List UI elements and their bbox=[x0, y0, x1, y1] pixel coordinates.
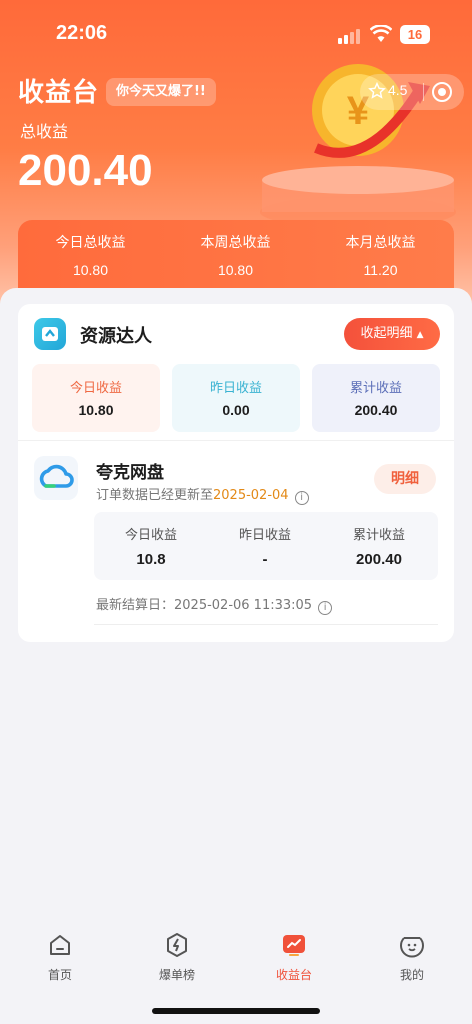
info-icon[interactable]: i bbox=[294, 491, 309, 505]
card-title: 资源达人 bbox=[80, 326, 152, 347]
stat-value: 0.00 bbox=[222, 402, 250, 418]
earnings-icon bbox=[283, 935, 305, 956]
tab-profile[interactable]: 我的 bbox=[372, 932, 452, 983]
summary-value: 10.80 bbox=[217, 262, 254, 278]
summary-value: 10.80 bbox=[72, 262, 109, 278]
record-icon[interactable] bbox=[432, 82, 452, 102]
app-stats-box: 今日收益 10.8 昨日收益 - 累计收益 200.40 bbox=[94, 512, 438, 580]
info-icon[interactable]: i bbox=[318, 601, 333, 615]
app-stat-cumulative: 累计收益 200.40 bbox=[322, 524, 436, 568]
stat-label: 今日收益 bbox=[69, 381, 122, 396]
collapse-label: 收起明细 bbox=[360, 326, 413, 341]
tab-label: 收益台 bbox=[275, 968, 312, 982]
tab-label: 爆单榜 bbox=[158, 968, 195, 982]
app-stat-yesterday: 昨日收益 - bbox=[208, 524, 322, 568]
summary-month: 本月总收益 11.20 bbox=[308, 232, 453, 278]
resource-icon bbox=[34, 318, 66, 350]
tab-earnings[interactable]: 收益台 bbox=[254, 932, 334, 983]
summary-week: 本周总收益 10.80 bbox=[163, 232, 308, 278]
status-time: 22:06 bbox=[56, 22, 108, 44]
lightning-icon bbox=[167, 933, 187, 957]
stat-label: 今日收益 bbox=[124, 528, 177, 543]
stat-today: 今日收益 10.80 bbox=[32, 364, 160, 432]
details-button[interactable]: 明细 bbox=[374, 464, 436, 494]
collapse-details-button[interactable]: 收起明细 ▲ bbox=[344, 318, 440, 350]
total-earnings-label: 总收益 bbox=[20, 122, 69, 141]
wifi-icon bbox=[370, 25, 392, 42]
battery-indicator: 16 bbox=[400, 25, 430, 44]
rating-pill[interactable]: 4.5 bbox=[360, 74, 464, 110]
summary-label: 本月总收益 bbox=[345, 235, 416, 251]
caret-up-icon: ▲ bbox=[416, 330, 424, 340]
tab-label: 首页 bbox=[47, 968, 72, 982]
stat-value: 200.40 bbox=[356, 551, 402, 568]
total-earnings-value: 200.40 bbox=[18, 146, 153, 195]
page-title: 收益台 bbox=[18, 78, 100, 108]
home-indicator bbox=[152, 1008, 320, 1014]
stat-label: 昨日收益 bbox=[238, 528, 291, 543]
stat-value: 200.40 bbox=[354, 402, 398, 418]
quark-drive-icon bbox=[34, 456, 78, 500]
stat-value: 10.8 bbox=[136, 551, 166, 568]
stat-value: 10.80 bbox=[78, 402, 114, 418]
settlement-date: 最新结算日：2025-02-06 11:33:05 i bbox=[96, 594, 333, 615]
summary-today: 今日总收益 10.80 bbox=[18, 232, 163, 278]
stat-label: 累计收益 bbox=[352, 528, 405, 543]
star-icon bbox=[368, 82, 386, 99]
resource-card: 资源达人 收起明细 ▲ 今日收益 10.80 昨日收益 0.00 累计收益 20… bbox=[18, 304, 454, 642]
home-icon bbox=[50, 935, 70, 955]
settlement-text: 最新结算日：2025-02-06 11:33:05 bbox=[96, 598, 313, 613]
app-name: 夸克网盘 bbox=[96, 463, 164, 483]
tab-home[interactable]: 首页 bbox=[20, 932, 100, 983]
summary-label: 本周总收益 bbox=[200, 235, 271, 251]
divider bbox=[423, 83, 424, 101]
slogan-badge: 你今天又爆了!! bbox=[106, 78, 216, 106]
profile-icon bbox=[400, 937, 424, 958]
summary-value: 11.20 bbox=[363, 262, 398, 278]
update-date: 2025-02-04 bbox=[213, 488, 289, 503]
stat-label: 累计收益 bbox=[349, 381, 402, 396]
divider bbox=[18, 440, 454, 441]
stat-value: - bbox=[262, 551, 268, 568]
signal-icon bbox=[338, 28, 362, 44]
stat-label: 昨日收益 bbox=[209, 381, 262, 396]
summary-label: 今日总收益 bbox=[55, 235, 126, 251]
app-update-status: 订单数据已经更新至2025-02-04 i bbox=[96, 484, 309, 505]
app-stat-today: 今日收益 10.8 bbox=[94, 524, 208, 568]
tab-hot-list[interactable]: 爆单榜 bbox=[137, 932, 217, 983]
update-prefix: 订单数据已经更新至 bbox=[96, 488, 214, 503]
stat-yesterday: 昨日收益 0.00 bbox=[172, 364, 300, 432]
rating-value: 4.5 bbox=[388, 82, 408, 98]
tab-label: 我的 bbox=[399, 968, 424, 982]
divider bbox=[94, 624, 438, 625]
stat-cumulative: 累计收益 200.40 bbox=[312, 364, 440, 432]
